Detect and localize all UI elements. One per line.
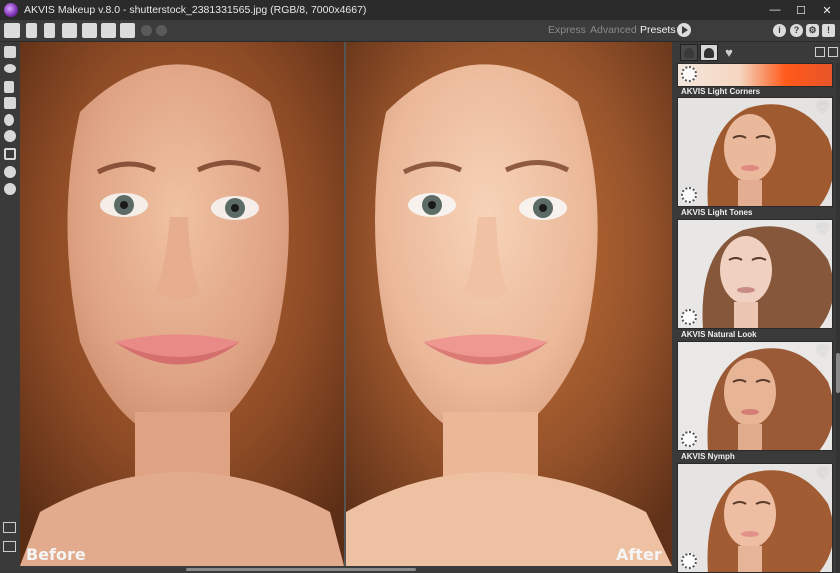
preset-thumbnail bbox=[677, 341, 833, 451]
list-item[interactable]: ♡ AKVIS Natural Look bbox=[677, 219, 833, 341]
after-portrait: After bbox=[346, 42, 672, 566]
before-portrait: Before bbox=[20, 42, 344, 566]
window-controls: — ☐ ✕ bbox=[762, 0, 840, 20]
maximize-button[interactable]: ☐ bbox=[788, 0, 814, 20]
print-icon[interactable] bbox=[62, 23, 77, 38]
horizontal-scroll-thumb[interactable] bbox=[186, 568, 416, 571]
hand-icon[interactable] bbox=[4, 166, 16, 178]
preset-category-icon[interactable] bbox=[680, 44, 698, 61]
list-view-icon[interactable] bbox=[815, 47, 825, 57]
list-item[interactable]: AKVIS Light Corners bbox=[677, 63, 833, 96]
preset-name: AKVIS Light Tones bbox=[681, 208, 753, 217]
presets-scroll-thumb[interactable] bbox=[836, 353, 840, 393]
presets-panel: ♥ AKVIS Light Corners ♡ AKVIS Light Tone… bbox=[674, 42, 840, 573]
preset-portrait bbox=[678, 464, 832, 572]
save-icon[interactable] bbox=[44, 23, 55, 38]
after-label: After bbox=[616, 545, 662, 564]
tab-presets[interactable]: Presets bbox=[640, 24, 676, 36]
preset-settings-icon[interactable] bbox=[681, 431, 697, 447]
preset-thumbnail bbox=[677, 63, 833, 87]
batch-icon[interactable] bbox=[101, 23, 116, 38]
horizontal-scrollbar[interactable] bbox=[20, 566, 672, 573]
preset-settings-icon[interactable] bbox=[681, 309, 697, 325]
preset-portrait bbox=[678, 98, 832, 206]
preset-portrait bbox=[678, 342, 832, 450]
open-icon[interactable] bbox=[26, 23, 37, 38]
redo-icon[interactable] bbox=[156, 25, 167, 36]
drop-icon[interactable] bbox=[4, 114, 14, 126]
tab-express[interactable]: Express bbox=[548, 24, 586, 36]
info-icon[interactable]: i bbox=[773, 24, 786, 37]
preset-name: AKVIS Light Corners bbox=[681, 87, 761, 96]
help-icon[interactable]: ? bbox=[790, 24, 803, 37]
portrait-icon[interactable] bbox=[700, 44, 718, 61]
app-logo-icon bbox=[4, 3, 18, 17]
favorite-heart-icon[interactable]: ♡ bbox=[816, 99, 829, 116]
preset-thumbnail bbox=[677, 219, 833, 329]
preset-portrait bbox=[678, 220, 832, 328]
favorite-heart-icon[interactable]: ♡ bbox=[816, 343, 829, 360]
preset-thumbnail bbox=[677, 97, 833, 207]
favorites-icon[interactable]: ♥ bbox=[720, 44, 738, 61]
preset-list: AKVIS Light Corners ♡ AKVIS Light Tones bbox=[677, 63, 833, 573]
presets-scrollbar[interactable] bbox=[836, 63, 840, 573]
undo-icon[interactable] bbox=[141, 25, 152, 36]
favorite-heart-icon[interactable]: ♡ bbox=[816, 465, 829, 482]
window-title: AKVIS Makeup v.8.0 - shutterstock_238133… bbox=[24, 4, 367, 16]
home-icon[interactable] bbox=[4, 23, 20, 38]
main-toolbar: Express Advanced Presets i ? ⚙ ! bbox=[0, 20, 840, 42]
minimize-button[interactable]: — bbox=[762, 0, 788, 20]
split-view-icon[interactable] bbox=[3, 522, 16, 533]
blend-icon[interactable] bbox=[4, 130, 16, 142]
list-item[interactable]: ♡ bbox=[677, 463, 833, 573]
tools-panel bbox=[0, 42, 20, 573]
preset-settings-icon[interactable] bbox=[681, 553, 697, 569]
preset-settings-icon[interactable] bbox=[681, 66, 697, 82]
title-bar: AKVIS Makeup v.8.0 - shutterstock_238133… bbox=[0, 0, 840, 20]
brush-icon[interactable] bbox=[4, 81, 14, 93]
favorite-heart-icon[interactable]: ♡ bbox=[816, 221, 829, 238]
eye-icon[interactable] bbox=[4, 64, 16, 73]
list-item[interactable]: ♡ AKVIS Nymph bbox=[677, 341, 833, 463]
grid-view-icon[interactable] bbox=[828, 47, 838, 57]
view-mode-tools bbox=[3, 522, 16, 560]
preset-name: AKVIS Natural Look bbox=[681, 330, 757, 339]
settings-icon[interactable] bbox=[120, 23, 135, 38]
preset-settings-icon[interactable] bbox=[681, 187, 697, 203]
run-icon[interactable] bbox=[677, 23, 691, 37]
close-button[interactable]: ✕ bbox=[814, 0, 840, 20]
preset-name: AKVIS Nymph bbox=[681, 452, 735, 461]
feedback-icon[interactable]: ! bbox=[822, 24, 835, 37]
gear-icon[interactable]: ⚙ bbox=[806, 24, 819, 37]
before-label: Before bbox=[26, 545, 86, 564]
preset-tabs: ♥ bbox=[680, 44, 738, 62]
eraser-icon[interactable] bbox=[4, 46, 16, 58]
tab-advanced[interactable]: Advanced bbox=[590, 24, 637, 36]
list-item[interactable]: ♡ AKVIS Light Tones bbox=[677, 97, 833, 219]
stamp-icon[interactable] bbox=[4, 97, 16, 109]
single-view-icon[interactable] bbox=[3, 541, 16, 552]
before-image-panel[interactable]: Before bbox=[20, 42, 344, 566]
preset-thumbnail bbox=[677, 463, 833, 573]
zoom-icon[interactable] bbox=[4, 183, 16, 195]
share-icon[interactable] bbox=[82, 23, 97, 38]
crop-icon[interactable] bbox=[4, 148, 16, 160]
after-image-panel[interactable]: After bbox=[346, 42, 672, 566]
